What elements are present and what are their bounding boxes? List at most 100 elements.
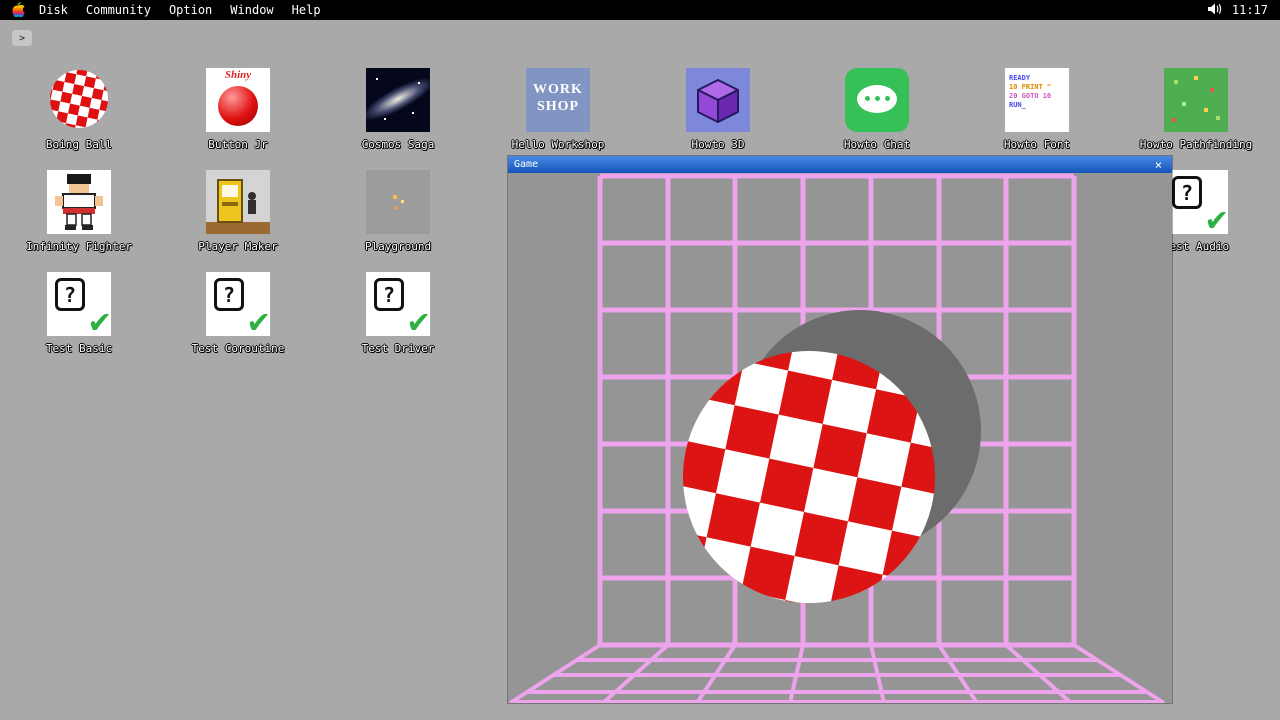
star-dot (384, 118, 386, 120)
star-dot (376, 78, 378, 80)
workshop-line2: SHOP (526, 98, 590, 115)
desktop-icon-boing-ball[interactable]: Boing Ball (47, 68, 111, 160)
check-icon: ✔ (1207, 202, 1227, 234)
desktop-icon-test-driver[interactable]: ? ✔ Test Driver (366, 272, 430, 364)
window-titlebar[interactable]: Game × (508, 156, 1172, 173)
cube-svg (686, 68, 750, 132)
fighter-svg (47, 170, 111, 234)
workshop-icon: WORK SHOP (526, 68, 590, 132)
apple-logo-icon[interactable] (12, 2, 25, 18)
icon-label: Cosmos Saga (362, 138, 435, 151)
test-coroutine-icon: ? ✔ (206, 272, 270, 336)
icon-label: Test Driver (362, 342, 435, 355)
icon-label: Infinity Fighter (26, 240, 132, 253)
shiny-text: Shiny (206, 69, 270, 81)
desktop-icon-cosmos-saga[interactable]: Cosmos Saga (366, 68, 430, 160)
desktop: { "menubar": { "logo": "apple-rainbow-lo… (0, 0, 1280, 720)
galaxy-icon (366, 68, 430, 132)
listing-line: 20 GOTO 10 (1009, 92, 1065, 101)
icon-label: Boing Ball (46, 138, 112, 151)
cube-3d-icon (686, 68, 750, 132)
menubar: Disk Community Option Window Help 11:17 (0, 0, 1280, 20)
icon-label: Howto 3D (692, 138, 745, 151)
chat-dot (885, 96, 890, 101)
listing-line: 10 PRINT " (1009, 83, 1065, 92)
boing-ball-icon (47, 68, 111, 132)
path-pixel (1216, 116, 1220, 120)
menu-window[interactable]: Window (230, 3, 273, 17)
path-pixel (1174, 80, 1178, 84)
question-box: ? (374, 278, 404, 311)
red-button-graphic (218, 86, 258, 126)
test-audio-icon: ? ✔ (1164, 170, 1228, 234)
playground-icon (366, 170, 430, 234)
check-icon: ✔ (90, 304, 110, 336)
workshop-line1: WORK (526, 81, 590, 98)
desktop-icon-howto-font[interactable]: READY 10 PRINT " 20 GOTO 10 RUN_ Howto F… (1005, 68, 1069, 160)
desktop-icon-button-jr[interactable]: Shiny Button Jr (206, 68, 270, 160)
sparkle-pixel (395, 206, 398, 209)
chat-bubble-icon (845, 68, 909, 132)
desktop-icon-infinity-fighter[interactable]: Infinity Fighter (47, 170, 111, 262)
desktop-icon-howto-pathfinding[interactable]: Howto Pathfinding (1164, 68, 1228, 160)
path-pixel (1182, 102, 1186, 106)
desktop-icon-howto-chat[interactable]: Howto Chat (845, 68, 909, 160)
icon-label: Test Basic (46, 342, 112, 355)
menu-option[interactable]: Option (169, 3, 212, 17)
game-viewport (508, 173, 1172, 703)
floor-grid (510, 645, 1164, 703)
speaker-icon[interactable] (1208, 3, 1222, 18)
icon-label: Playground (365, 240, 431, 253)
icon-label: Player Maker (198, 240, 277, 253)
game-window: Game × (508, 156, 1172, 703)
pathfinding-icon (1164, 68, 1228, 132)
desktop-icon-test-basic[interactable]: ? ✔ Test Basic (47, 272, 111, 364)
chat-dots (845, 96, 909, 101)
icon-label: Test Audio (1163, 240, 1229, 253)
desktop-icon-hello-workshop[interactable]: WORK SHOP Hello Workshop (526, 68, 590, 160)
window-title: Game (514, 159, 538, 170)
star-dot (418, 82, 420, 84)
desktop-icon-test-audio[interactable]: ? ✔ Test Audio (1164, 170, 1228, 262)
icon-label: Hello Workshop (512, 138, 605, 151)
desktop-icon-howto-3d[interactable]: Howto 3D (686, 68, 750, 160)
listing-line: READY (1009, 74, 1065, 83)
path-pixel (1172, 118, 1176, 122)
game-scene (508, 173, 1172, 703)
check-icon: ✔ (409, 304, 429, 336)
icon-label: Howto Chat (844, 138, 910, 151)
path-pixel (1210, 88, 1214, 92)
boing-ball-mini-svg (47, 68, 111, 132)
menubar-status: 11:17 (1208, 3, 1268, 18)
fighter-icon (47, 170, 111, 234)
speaker-svg (1208, 3, 1222, 15)
sparkle-pixel (401, 200, 404, 203)
icon-label: Howto Font (1004, 138, 1070, 151)
button-jr-icon: Shiny (206, 68, 270, 132)
menu-help[interactable]: Help (292, 3, 321, 17)
question-box: ? (55, 278, 85, 311)
desktop-icon-test-coroutine[interactable]: ? ✔ Test Coroutine (206, 272, 270, 364)
test-basic-icon: ? ✔ (47, 272, 111, 336)
sparkle-pixel (393, 195, 397, 199)
player-maker-svg (206, 170, 270, 234)
close-button[interactable]: × (1151, 158, 1166, 172)
desktop-icon-player-maker[interactable]: Player Maker (206, 170, 270, 262)
path-pixel (1194, 76, 1198, 80)
desktop-icon-playground[interactable]: Playground (366, 170, 430, 262)
apple-logo-svg (12, 2, 25, 18)
workshop-text: WORK SHOP (526, 81, 590, 115)
listing-line: RUN_ (1009, 101, 1065, 110)
basic-listing-icon: READY 10 PRINT " 20 GOTO 10 RUN_ (1005, 68, 1069, 132)
player-maker-icon (206, 170, 270, 234)
question-box: ? (1172, 176, 1202, 209)
question-box: ? (214, 278, 244, 311)
icon-label: Howto Pathfinding (1140, 138, 1253, 151)
menu-community[interactable]: Community (86, 3, 151, 17)
menu-items: Disk Community Option Window Help (39, 3, 321, 17)
launcher-toggle-button[interactable]: > (12, 30, 32, 46)
test-driver-icon: ? ✔ (366, 272, 430, 336)
clock: 11:17 (1232, 3, 1268, 17)
menu-disk[interactable]: Disk (39, 3, 68, 17)
chat-dot (865, 96, 870, 101)
